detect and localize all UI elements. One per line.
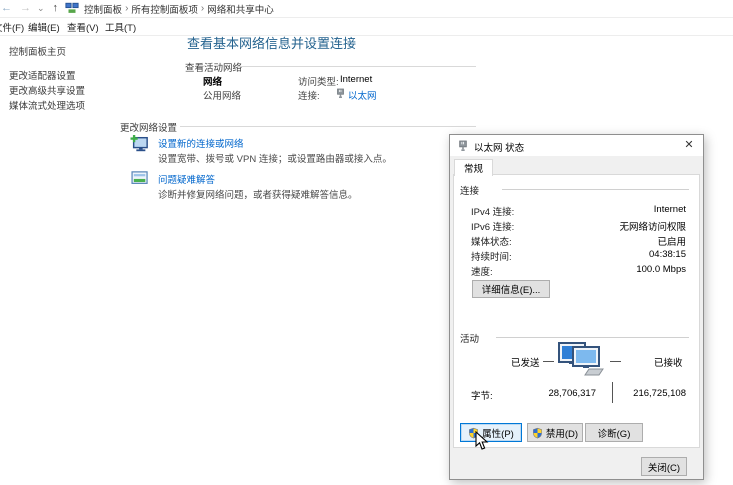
breadcrumb-control-panel[interactable]: 控制面板 xyxy=(84,2,122,16)
network-profile: 公用网络 xyxy=(203,88,241,102)
section-divider xyxy=(238,66,476,67)
breadcrumb-separator: › xyxy=(201,3,204,14)
ethernet-status-dialog: 以太网 状态 ✕ 常规 连接 IPv4 连接: Internet IPv6 连接:… xyxy=(449,134,704,480)
change-settings-section-label: 更改网络设置 xyxy=(120,120,177,134)
page-title: 查看基本网络信息并设置连接 xyxy=(187,33,356,52)
sidebar-item-control-panel-home[interactable]: 控制面板主页 xyxy=(9,44,66,58)
connection-group-label: 连接 xyxy=(460,183,479,197)
breadcrumb-all-items[interactable]: 所有控制面板项 xyxy=(131,2,198,16)
disable-button[interactable]: 禁用(D) xyxy=(527,423,583,442)
ethernet-icon xyxy=(336,88,345,102)
menu-file[interactable]: 文件(F) xyxy=(0,20,24,34)
disable-button-label: 禁用(D) xyxy=(546,426,578,440)
menu-tools[interactable]: 工具(T) xyxy=(105,20,136,34)
group-divider xyxy=(496,337,689,338)
general-tab-page: 连接 IPv4 连接: Internet IPv6 连接: 无网络访问权限 媒体状态… xyxy=(453,174,700,448)
back-icon[interactable]: ← xyxy=(1,0,12,17)
sidebar-item-media-streaming[interactable]: 媒体流式处理选项 xyxy=(9,98,85,112)
network-sharing-center-window: ← → ⌄ ↑ 控制面板 › 所有控制面板项 › 网络和共享中心 文件(F) 编… xyxy=(0,0,733,485)
active-networks-section-label: 查看活动网络 xyxy=(185,60,242,74)
media-state-value: 已启用 xyxy=(657,234,686,248)
diagnose-button[interactable]: 诊断(G) xyxy=(585,423,643,442)
setup-connection-icon xyxy=(130,135,149,156)
connections-label: 连接: xyxy=(298,88,320,102)
properties-button[interactable]: 属性(P) xyxy=(460,423,522,442)
section-divider xyxy=(180,126,476,127)
details-button[interactable]: 详细信息(E)... xyxy=(472,280,550,298)
group-divider xyxy=(502,189,689,190)
setup-connection-desc: 设置宽带、拨号或 VPN 连接；或设置路由器或接入点。 xyxy=(158,151,392,165)
breadcrumb-network-sharing[interactable]: 网络和共享中心 xyxy=(207,2,274,16)
ipv6-label: IPv6 连接: xyxy=(471,219,514,233)
mouse-cursor xyxy=(475,431,489,454)
menu-edit[interactable]: 编辑(E) xyxy=(28,20,60,34)
ethernet-icon xyxy=(458,140,468,155)
network-computers-icon xyxy=(557,342,605,380)
bytes-divider xyxy=(612,382,613,403)
duration-value: 04:38:15 xyxy=(649,249,686,263)
diagnose-button-label: 诊断(G) xyxy=(598,426,631,440)
sent-label: 已发送 xyxy=(511,355,540,369)
sidebar-item-advanced-sharing[interactable]: 更改高级共享设置 xyxy=(9,83,85,97)
bytes-received-value: 216,725,108 xyxy=(633,388,686,399)
troubleshoot-desc: 诊断并修复网络问题，或者获得疑难解答信息。 xyxy=(158,187,358,201)
bytes-sent-value: 28,706,317 xyxy=(532,388,596,399)
access-type-label: 访问类型: xyxy=(298,74,339,88)
dialog-title: 以太网 状态 xyxy=(474,140,524,154)
troubleshoot-link[interactable]: 问题疑难解答 xyxy=(158,172,215,186)
troubleshoot-icon xyxy=(131,171,149,189)
close-button[interactable]: 关闭(C) xyxy=(641,457,687,476)
access-type-value: Internet xyxy=(340,74,372,85)
uac-shield-icon xyxy=(532,427,543,439)
activity-group-label: 活动 xyxy=(460,331,479,345)
chevron-down-icon[interactable]: ⌄ xyxy=(37,0,45,17)
ethernet-link[interactable]: 以太网 xyxy=(348,88,377,102)
network-sharing-center-icon xyxy=(65,2,79,15)
speed-label: 速度: xyxy=(471,264,493,278)
forward-icon[interactable]: → xyxy=(20,0,31,17)
received-label: 已接收 xyxy=(654,355,683,369)
setup-connection-link[interactable]: 设置新的连接或网络 xyxy=(158,136,244,150)
menu-bar: 文件(F) 编辑(E) 查看(V) 工具(T) xyxy=(0,18,733,36)
bytes-label: 字节: xyxy=(471,388,493,402)
duration-label: 持续时间: xyxy=(471,249,512,263)
dash-line xyxy=(610,361,621,362)
network-name: 网络 xyxy=(203,74,222,88)
sidebar-item-change-adapter-settings[interactable]: 更改适配器设置 xyxy=(9,68,76,82)
ipv6-value: 无网络访问权限 xyxy=(619,219,686,233)
tab-general[interactable]: 常规 xyxy=(454,159,493,176)
media-state-label: 媒体状态: xyxy=(471,234,512,248)
dialog-title-bar: 以太网 状态 ✕ xyxy=(450,135,703,156)
close-icon[interactable]: ✕ xyxy=(675,135,703,155)
speed-value: 100.0 Mbps xyxy=(636,264,686,278)
ipv4-value: Internet xyxy=(654,204,686,218)
up-icon[interactable]: ↑ xyxy=(53,0,59,17)
dash-line xyxy=(543,361,554,362)
breadcrumb-separator: › xyxy=(125,3,128,14)
address-toolbar: ← → ⌄ ↑ 控制面板 › 所有控制面板项 › 网络和共享中心 xyxy=(0,0,733,18)
ipv4-label: IPv4 连接: xyxy=(471,204,514,218)
menu-view[interactable]: 查看(V) xyxy=(67,20,99,34)
